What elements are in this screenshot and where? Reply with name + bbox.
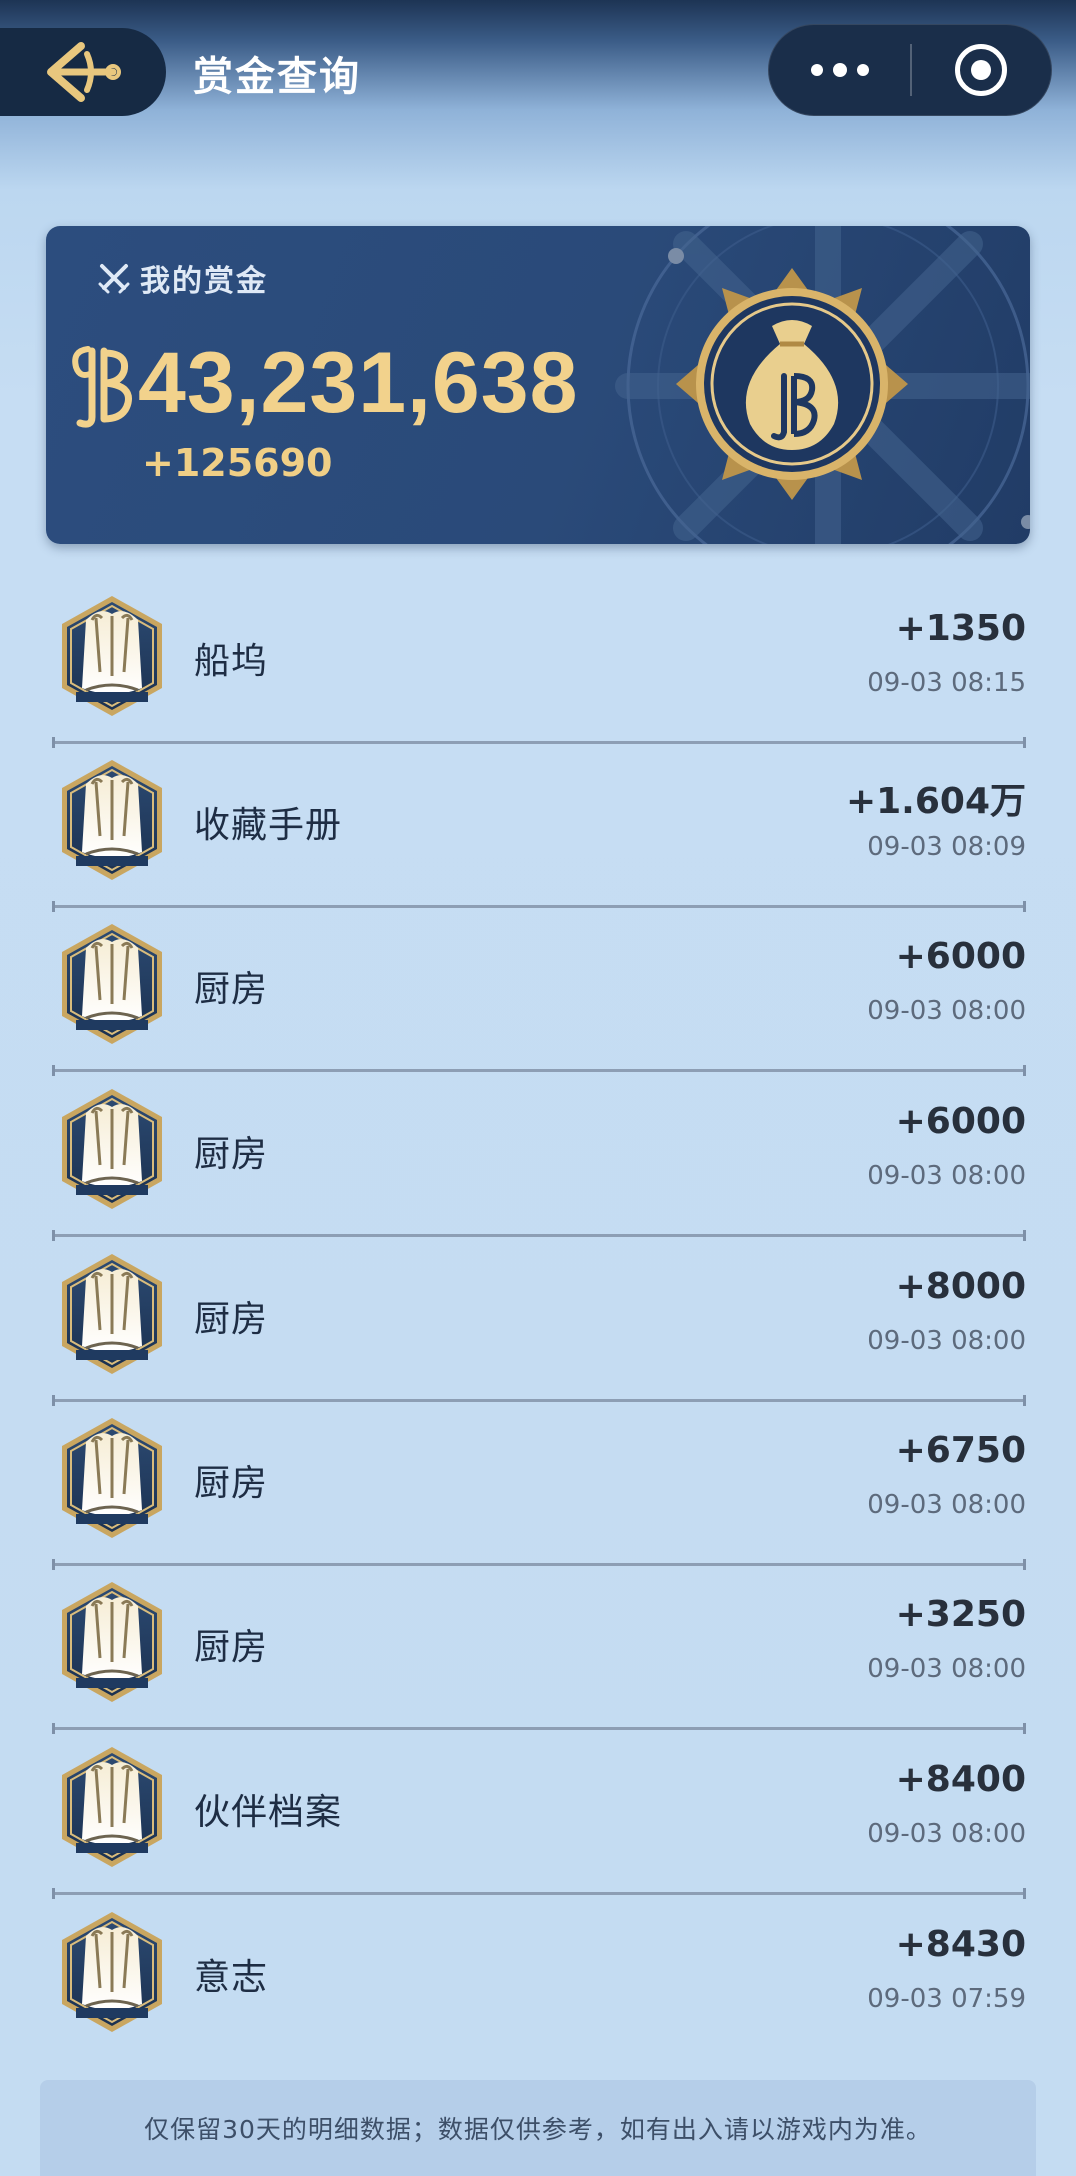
- coat-badge-icon: [56, 920, 168, 1048]
- record-source: 厨房: [194, 969, 269, 1010]
- record-time: 09-03 08:00: [867, 1161, 1026, 1191]
- record-amount: +6750: [895, 1430, 1026, 1471]
- bounty-amount-row: 43,231,638: [66, 334, 578, 433]
- record-time: 09-03 08:00: [867, 1819, 1026, 1849]
- list-item[interactable]: 伙伴档案 +8400 09-03 08:00: [52, 1731, 1026, 1899]
- record-amount: +6000: [895, 936, 1026, 977]
- coat-badge-icon: [56, 756, 168, 884]
- bounty-amount: 43,231,638: [138, 335, 579, 431]
- record-time: 09-03 08:00: [867, 1654, 1026, 1684]
- record-amount: +6000: [895, 1101, 1026, 1142]
- list-item[interactable]: 收藏手册 +1.604万 09-03 08:09: [52, 744, 1026, 912]
- divider: [52, 1065, 1026, 1076]
- coat-badge-icon: [56, 1085, 168, 1213]
- record-time: 09-03 08:15: [867, 668, 1026, 698]
- page-title: 赏金查询: [193, 54, 361, 100]
- record-source: 厨房: [194, 1299, 269, 1340]
- divider: [52, 1230, 1026, 1241]
- bounty-delta: +125690: [142, 441, 333, 485]
- bounty-card: 我的赏金 43,231,638 +125690: [46, 226, 1030, 544]
- divider: [52, 1888, 1026, 1899]
- divider: [52, 1723, 1026, 1734]
- list-item[interactable]: 船坞 +1350 09-03 08:15: [52, 580, 1026, 748]
- record-source: 伙伴档案: [194, 1792, 343, 1833]
- record-time: 09-03 08:00: [867, 1490, 1026, 1520]
- record-source: 船坞: [194, 641, 269, 682]
- list-item[interactable]: 意志 +8430 09-03 07:59: [52, 1896, 1026, 2060]
- bounty-label: 我的赏金: [98, 256, 268, 300]
- record-time: 09-03 08:00: [867, 1326, 1026, 1356]
- record-amount: +3250: [895, 1594, 1026, 1635]
- more-button[interactable]: [769, 25, 910, 115]
- record-amount: +8430: [895, 1924, 1026, 1965]
- target-close-icon: [955, 44, 1008, 96]
- close-button[interactable]: [912, 25, 1051, 115]
- mini-program-capsule: [768, 24, 1052, 116]
- coat-badge-icon: [56, 1578, 168, 1706]
- coat-badge-icon: [56, 1908, 168, 2036]
- list-item[interactable]: 厨房 +6000 09-03 08:00: [52, 908, 1026, 1076]
- crossed-swords-icon: [98, 264, 130, 294]
- anchor-back-icon: [47, 42, 121, 102]
- list-item[interactable]: 厨房 +6750 09-03 08:00: [52, 1402, 1026, 1570]
- back-button[interactable]: [0, 28, 166, 116]
- list-item[interactable]: 厨房 +8000 09-03 08:00: [52, 1238, 1026, 1406]
- record-time: 09-03 08:00: [867, 996, 1026, 1026]
- record-amount: +8400: [895, 1759, 1026, 1800]
- record-source: 意志: [194, 1957, 269, 1998]
- list-item[interactable]: 厨房 +6000 09-03 08:00: [52, 1073, 1026, 1241]
- record-time: 09-03 07:59: [867, 1984, 1026, 2014]
- coat-badge-icon: [56, 592, 168, 720]
- coat-badge-icon: [56, 1250, 168, 1378]
- record-time: 09-03 08:09: [867, 832, 1026, 862]
- more-dots-icon: [810, 64, 823, 76]
- record-amount: +8000: [895, 1266, 1026, 1307]
- record-source: 厨房: [194, 1134, 269, 1175]
- berry-currency-icon: [72, 345, 132, 428]
- money-bag-medal-icon: [676, 268, 908, 500]
- record-amount: +1350: [895, 608, 1026, 649]
- coat-badge-icon: [56, 1414, 168, 1542]
- record-amount: +1.604万: [845, 781, 1026, 822]
- coat-badge-icon: [56, 1743, 168, 1871]
- bounty-label-text: 我的赏金: [140, 264, 268, 299]
- list-item[interactable]: 厨房 +3250 09-03 08:00: [52, 1566, 1026, 1734]
- footer-notice: 仅保留30天的明细数据；数据仅供参考，如有出入请以游戏内为准。: [40, 2080, 1036, 2176]
- record-source: 厨房: [194, 1463, 269, 1504]
- record-source: 收藏手册: [194, 805, 343, 846]
- footer-note: 仅保留30天的明细数据；数据仅供参考，如有出入请以游戏内为准。: [144, 2115, 932, 2144]
- record-source: 厨房: [194, 1627, 269, 1668]
